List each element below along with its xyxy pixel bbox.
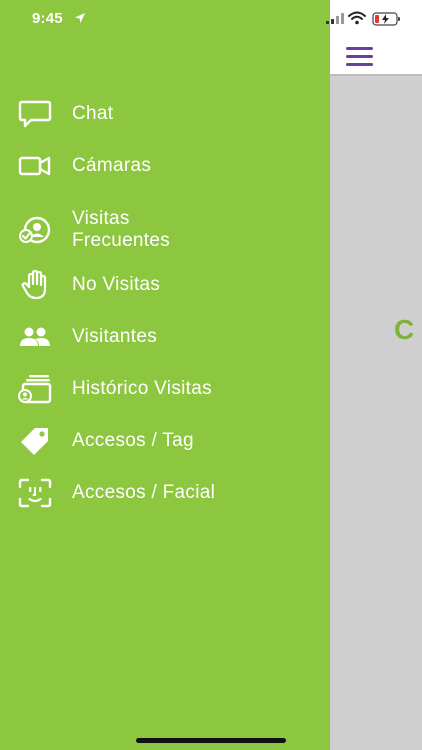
battery-charging-icon xyxy=(372,12,400,26)
people-icon xyxy=(20,327,50,346)
menu-item-visitas-frecuentes[interactable]: Visitas Frecuentes xyxy=(0,202,330,258)
video-camera-icon xyxy=(18,156,51,176)
status-time: 9:45 xyxy=(32,10,63,27)
status-bar: 9:45 xyxy=(0,0,422,38)
tag-icon xyxy=(21,428,48,455)
hamburger-menu-icon[interactable] xyxy=(346,46,374,68)
hand-stop-icon xyxy=(21,270,47,300)
frequent-visitor-icon xyxy=(19,216,51,244)
menu-item-label: Visitas Frecuentes xyxy=(72,208,171,251)
menu-item-label: Cámaras xyxy=(72,155,152,176)
menu-item-chat[interactable]: Chat xyxy=(0,90,330,138)
history-cards-icon xyxy=(18,375,52,404)
menu-item-visitantes[interactable]: Visitantes xyxy=(0,313,330,361)
home-indicator[interactable] xyxy=(136,738,286,743)
menu-item-camaras[interactable]: Cámaras xyxy=(0,142,330,190)
menu-item-label: Visitantes xyxy=(72,326,158,347)
menu-item-label: Histórico Visitas xyxy=(72,378,212,399)
menu-item-no-visitas[interactable]: No Visitas xyxy=(0,261,330,309)
menu-item-historico-visitas[interactable]: Histórico Visitas xyxy=(0,365,330,413)
menu-item-label: Accesos / Tag xyxy=(72,430,194,451)
content-peek-text: C xyxy=(394,314,415,345)
wifi-icon xyxy=(348,11,366,25)
menu-item-accesos-tag[interactable]: Accesos / Tag xyxy=(0,417,330,465)
menu-item-label: Accesos / Facial xyxy=(72,482,216,503)
menu-item-accesos-facial[interactable]: Accesos / Facial xyxy=(0,469,330,517)
location-arrow-icon xyxy=(75,13,85,23)
menu-item-label: Chat xyxy=(72,103,114,124)
menu-item-label: No Visitas xyxy=(72,274,161,295)
cellular-signal-icon xyxy=(326,13,344,24)
main-content: C xyxy=(330,0,422,750)
chat-bubble-icon xyxy=(18,100,52,128)
face-id-icon xyxy=(18,478,52,508)
